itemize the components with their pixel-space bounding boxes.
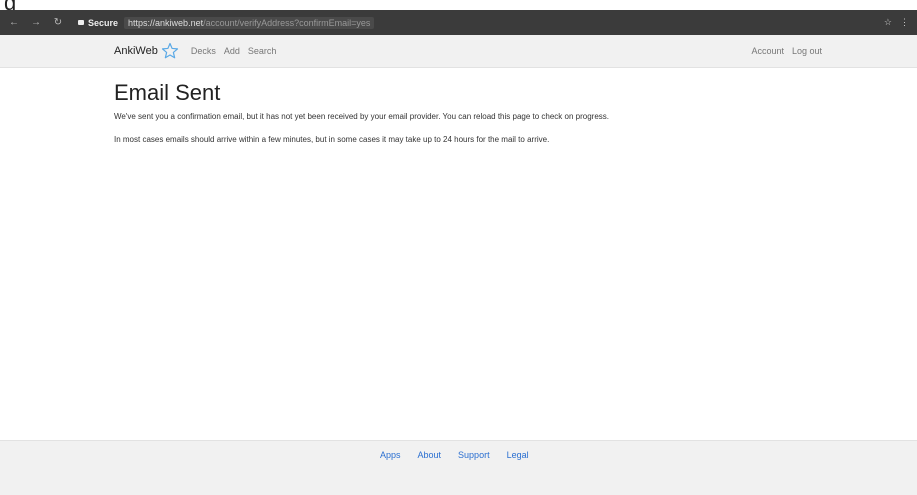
footer: Apps About Support Legal	[0, 440, 917, 495]
secure-indicator[interactable]: Secure	[78, 18, 118, 28]
page-title: Email Sent	[114, 80, 221, 105]
nav-search[interactable]: Search	[248, 46, 277, 56]
footer-link-legal[interactable]: Legal	[507, 450, 529, 460]
nav-logout[interactable]: Log out	[792, 46, 822, 56]
bookmark-star-icon[interactable]: ☆	[884, 17, 892, 28]
footer-link-apps[interactable]: Apps	[380, 450, 401, 460]
main-content: Email Sent We've sent you a confirmation…	[114, 80, 834, 158]
back-icon[interactable]: ←	[6, 17, 22, 28]
url-path: /account/verifyAddress?confirmEmail=yes	[203, 17, 371, 28]
secure-label: Secure	[88, 17, 119, 28]
nav-decks[interactable]: Decks	[191, 46, 216, 56]
footer-links: Apps About Support Legal	[380, 450, 546, 460]
brand-name: AnkiWeb	[114, 45, 158, 57]
address-bar[interactable]: https://ankiweb.net/account/verifyAddres…	[124, 16, 375, 29]
confirmation-message: We've sent you a confirmation email, but…	[114, 112, 609, 121]
reload-icon[interactable]: ↻	[50, 17, 66, 28]
nav-add[interactable]: Add	[224, 46, 240, 56]
main-nav: Decks Add Search	[191, 46, 285, 56]
account-nav: Account Log out	[743, 46, 822, 56]
nav-account[interactable]: Account	[751, 46, 784, 56]
footer-link-support[interactable]: Support	[458, 450, 490, 460]
app-header: AnkiWeb Decks Add Search Account Log out	[0, 35, 917, 68]
forward-icon[interactable]: →	[28, 17, 44, 28]
ankiweb-star-icon	[161, 42, 178, 59]
url-host: https://ankiweb.net	[128, 17, 204, 28]
brand[interactable]: AnkiWeb	[114, 42, 179, 60]
lock-icon	[78, 20, 84, 25]
browser-toolbar: ← → ↻ Secure https://ankiweb.net/account…	[0, 10, 917, 35]
browser-menu-icon[interactable]: ⋮	[900, 17, 909, 28]
footer-link-about[interactable]: About	[418, 450, 442, 460]
delivery-note: In most cases emails should arrive withi…	[114, 135, 550, 144]
